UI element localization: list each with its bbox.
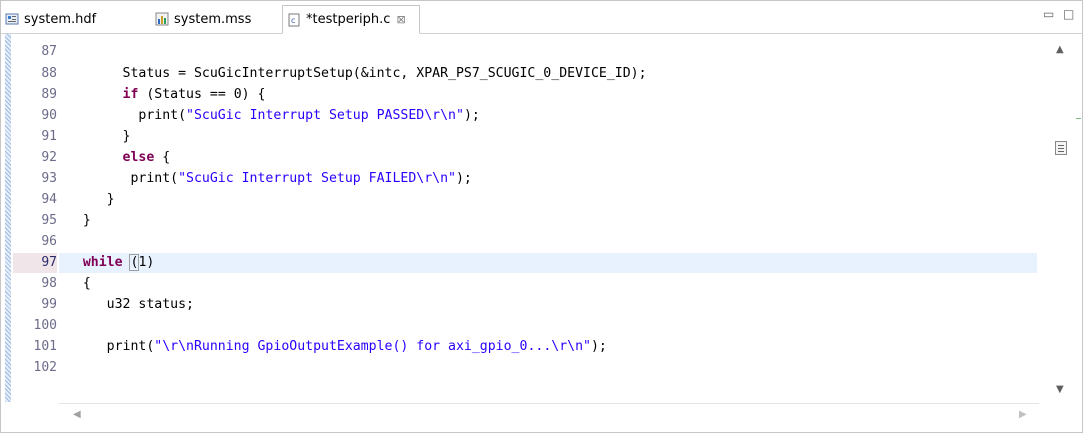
code-line[interactable]: print("ScuGic Interrupt Setup FAILED\r\n… <box>59 169 1037 189</box>
line-number: 90 <box>41 108 57 123</box>
keyword-while: while <box>82 255 123 270</box>
code-line[interactable]: Status = ScuGicInterruptSetup(&intc, XPA… <box>59 64 1037 84</box>
code-text: ); <box>455 171 472 186</box>
code-line[interactable]: print("ScuGic Interrupt Setup PASSED\r\n… <box>59 106 1037 126</box>
string-literal: "ScuGic Interrupt Setup PASSED\r\n" <box>186 108 464 123</box>
code-text: (Status == 0) { <box>138 87 266 102</box>
code-line[interactable]: if (Status == 0) { <box>59 85 1037 105</box>
close-tab-icon[interactable]: ⊠ <box>396 13 405 26</box>
code-text: ); <box>590 339 607 354</box>
code-area[interactable]: Status = ScuGicInterruptSetup(&intc, XPA… <box>59 34 1037 402</box>
line-number: 94 <box>41 192 57 207</box>
line-number: 92 <box>41 150 57 165</box>
code-line[interactable]: } <box>59 211 1037 231</box>
code-text: print( <box>59 108 187 123</box>
string-literal: "ScuGic Interrupt Setup FAILED\r\n" <box>178 171 456 186</box>
overview-change-marker <box>1076 118 1081 119</box>
line-number: 101 <box>33 339 57 354</box>
line-number: 102 <box>33 360 57 375</box>
code-editor[interactable]: 87 88 89 90 91 92 93 94 95 96 97 98 99 1… <box>1 34 1082 403</box>
scroll-right-arrow-icon[interactable]: ▶ <box>1019 409 1027 420</box>
keyword-if: if <box>122 87 139 102</box>
tab-label: system.hdf <box>24 11 97 27</box>
code-text: { <box>59 276 91 291</box>
code-line[interactable]: print("\r\nRunning GpioOutputExample() f… <box>59 337 1037 357</box>
line-number: 93 <box>41 171 57 186</box>
change-marker-bar <box>5 34 11 402</box>
line-number: 89 <box>41 87 57 102</box>
overview-ruler-icon[interactable] <box>1055 141 1067 155</box>
line-number: 91 <box>41 129 57 144</box>
code-line[interactable]: } <box>59 127 1037 147</box>
code-line[interactable] <box>59 358 1037 378</box>
maximize-icon[interactable]: □ <box>1063 7 1074 21</box>
mss-file-icon <box>155 12 169 26</box>
string-literal: "\r\nRunning GpioOutputExample() for axi… <box>154 339 591 354</box>
code-line[interactable]: { <box>59 274 1037 294</box>
code-text: Status = ScuGicInterruptSetup(&intc, XPA… <box>59 66 647 81</box>
code-text: print( <box>59 339 155 354</box>
current-line-number: 97 <box>13 253 57 273</box>
vertical-scrollbar[interactable]: ▲ ▼ <box>1046 34 1082 402</box>
line-number-gutter: 87 88 89 90 91 92 93 94 95 96 97 98 99 1… <box>13 34 57 402</box>
line-number: 96 <box>41 234 57 249</box>
minimize-icon[interactable]: ▭ <box>1043 7 1054 21</box>
line-number: 100 <box>33 318 57 333</box>
line-number: 99 <box>41 297 57 312</box>
scroll-up-arrow-icon[interactable]: ▲ <box>1056 44 1064 55</box>
svg-text:c: c <box>291 16 295 25</box>
code-line[interactable]: else { <box>59 148 1037 168</box>
tab-testperiph-c[interactable]: c *testperiph.c ⊠ <box>282 5 420 34</box>
tab-system-mss[interactable]: system.mss <box>151 6 281 32</box>
code-line[interactable]: } <box>59 190 1037 210</box>
code-text: } <box>59 192 115 207</box>
code-text: print( <box>59 171 179 186</box>
keyword-else: else <box>122 150 155 165</box>
code-text: u32 status; <box>59 297 194 312</box>
code-text: } <box>59 213 91 228</box>
tab-label: system.mss <box>174 11 252 27</box>
line-number: 98 <box>41 276 57 291</box>
c-file-icon: c <box>287 13 301 27</box>
code-text: ); <box>463 108 480 123</box>
code-line[interactable] <box>59 42 1037 62</box>
editor-tab-bar: system.hdf system.mss c *testperiph.c ⊠ … <box>1 1 1082 34</box>
code-line[interactable]: u32 status; <box>59 295 1037 315</box>
scroll-left-arrow-icon[interactable]: ◀ <box>73 409 81 420</box>
tab-label: *testperiph.c <box>306 12 391 27</box>
code-text: } <box>59 129 131 144</box>
code-line[interactable] <box>59 232 1037 252</box>
scroll-down-arrow-icon[interactable]: ▼ <box>1056 384 1064 395</box>
line-number: 88 <box>41 66 57 81</box>
line-number: 95 <box>41 213 57 228</box>
hdf-file-icon <box>5 12 19 26</box>
tab-system-hdf[interactable]: system.hdf <box>1 6 136 32</box>
horizontal-scrollbar[interactable]: ◀ ▶ <box>59 403 1039 426</box>
line-number: 87 <box>41 44 57 59</box>
code-line[interactable] <box>59 316 1037 336</box>
current-code-line[interactable]: while (1) <box>59 253 1037 273</box>
code-text: 1) <box>138 255 155 270</box>
editor-window: system.hdf system.mss c *testperiph.c ⊠ … <box>0 0 1083 433</box>
code-text: { <box>154 150 171 165</box>
